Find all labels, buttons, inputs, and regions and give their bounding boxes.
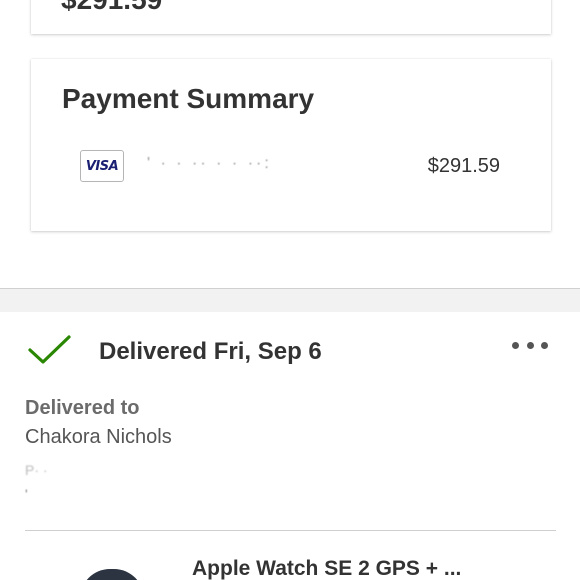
more-horizontal-icon[interactable]: [512, 339, 548, 351]
delivered-to-label: Delivered to: [25, 397, 140, 419]
section-separator: [0, 288, 580, 312]
dot: [526, 341, 534, 349]
visa-card-icon: VISA: [80, 150, 124, 182]
payment-summary-card: Payment Summary VISA ' · · ·· · · ··: $2…: [31, 59, 551, 231]
order-total-amount: $291.59: [61, 0, 162, 14]
recipient-name: Chakora Nichols: [25, 426, 172, 448]
card-number-masked: ' · · ·· · · ··:: [147, 155, 272, 172]
visa-card-brand: VISA: [85, 158, 119, 174]
order-total-card: $291.59: [31, 0, 551, 34]
address-line-2: ': [25, 486, 28, 502]
payment-summary-title: Payment Summary: [62, 83, 315, 114]
delivery-status: Delivered Fri, Sep 6: [99, 338, 322, 365]
dot: [512, 341, 519, 349]
product-name[interactable]: Apple Watch SE 2 GPS + ...: [192, 557, 461, 580]
dot: [541, 341, 548, 349]
check-icon: [28, 335, 71, 364]
product-image[interactable]: [80, 569, 144, 580]
address-line-1: P· ·: [25, 462, 48, 478]
divider: [25, 530, 556, 531]
payment-amount: $291.59: [427, 155, 500, 177]
